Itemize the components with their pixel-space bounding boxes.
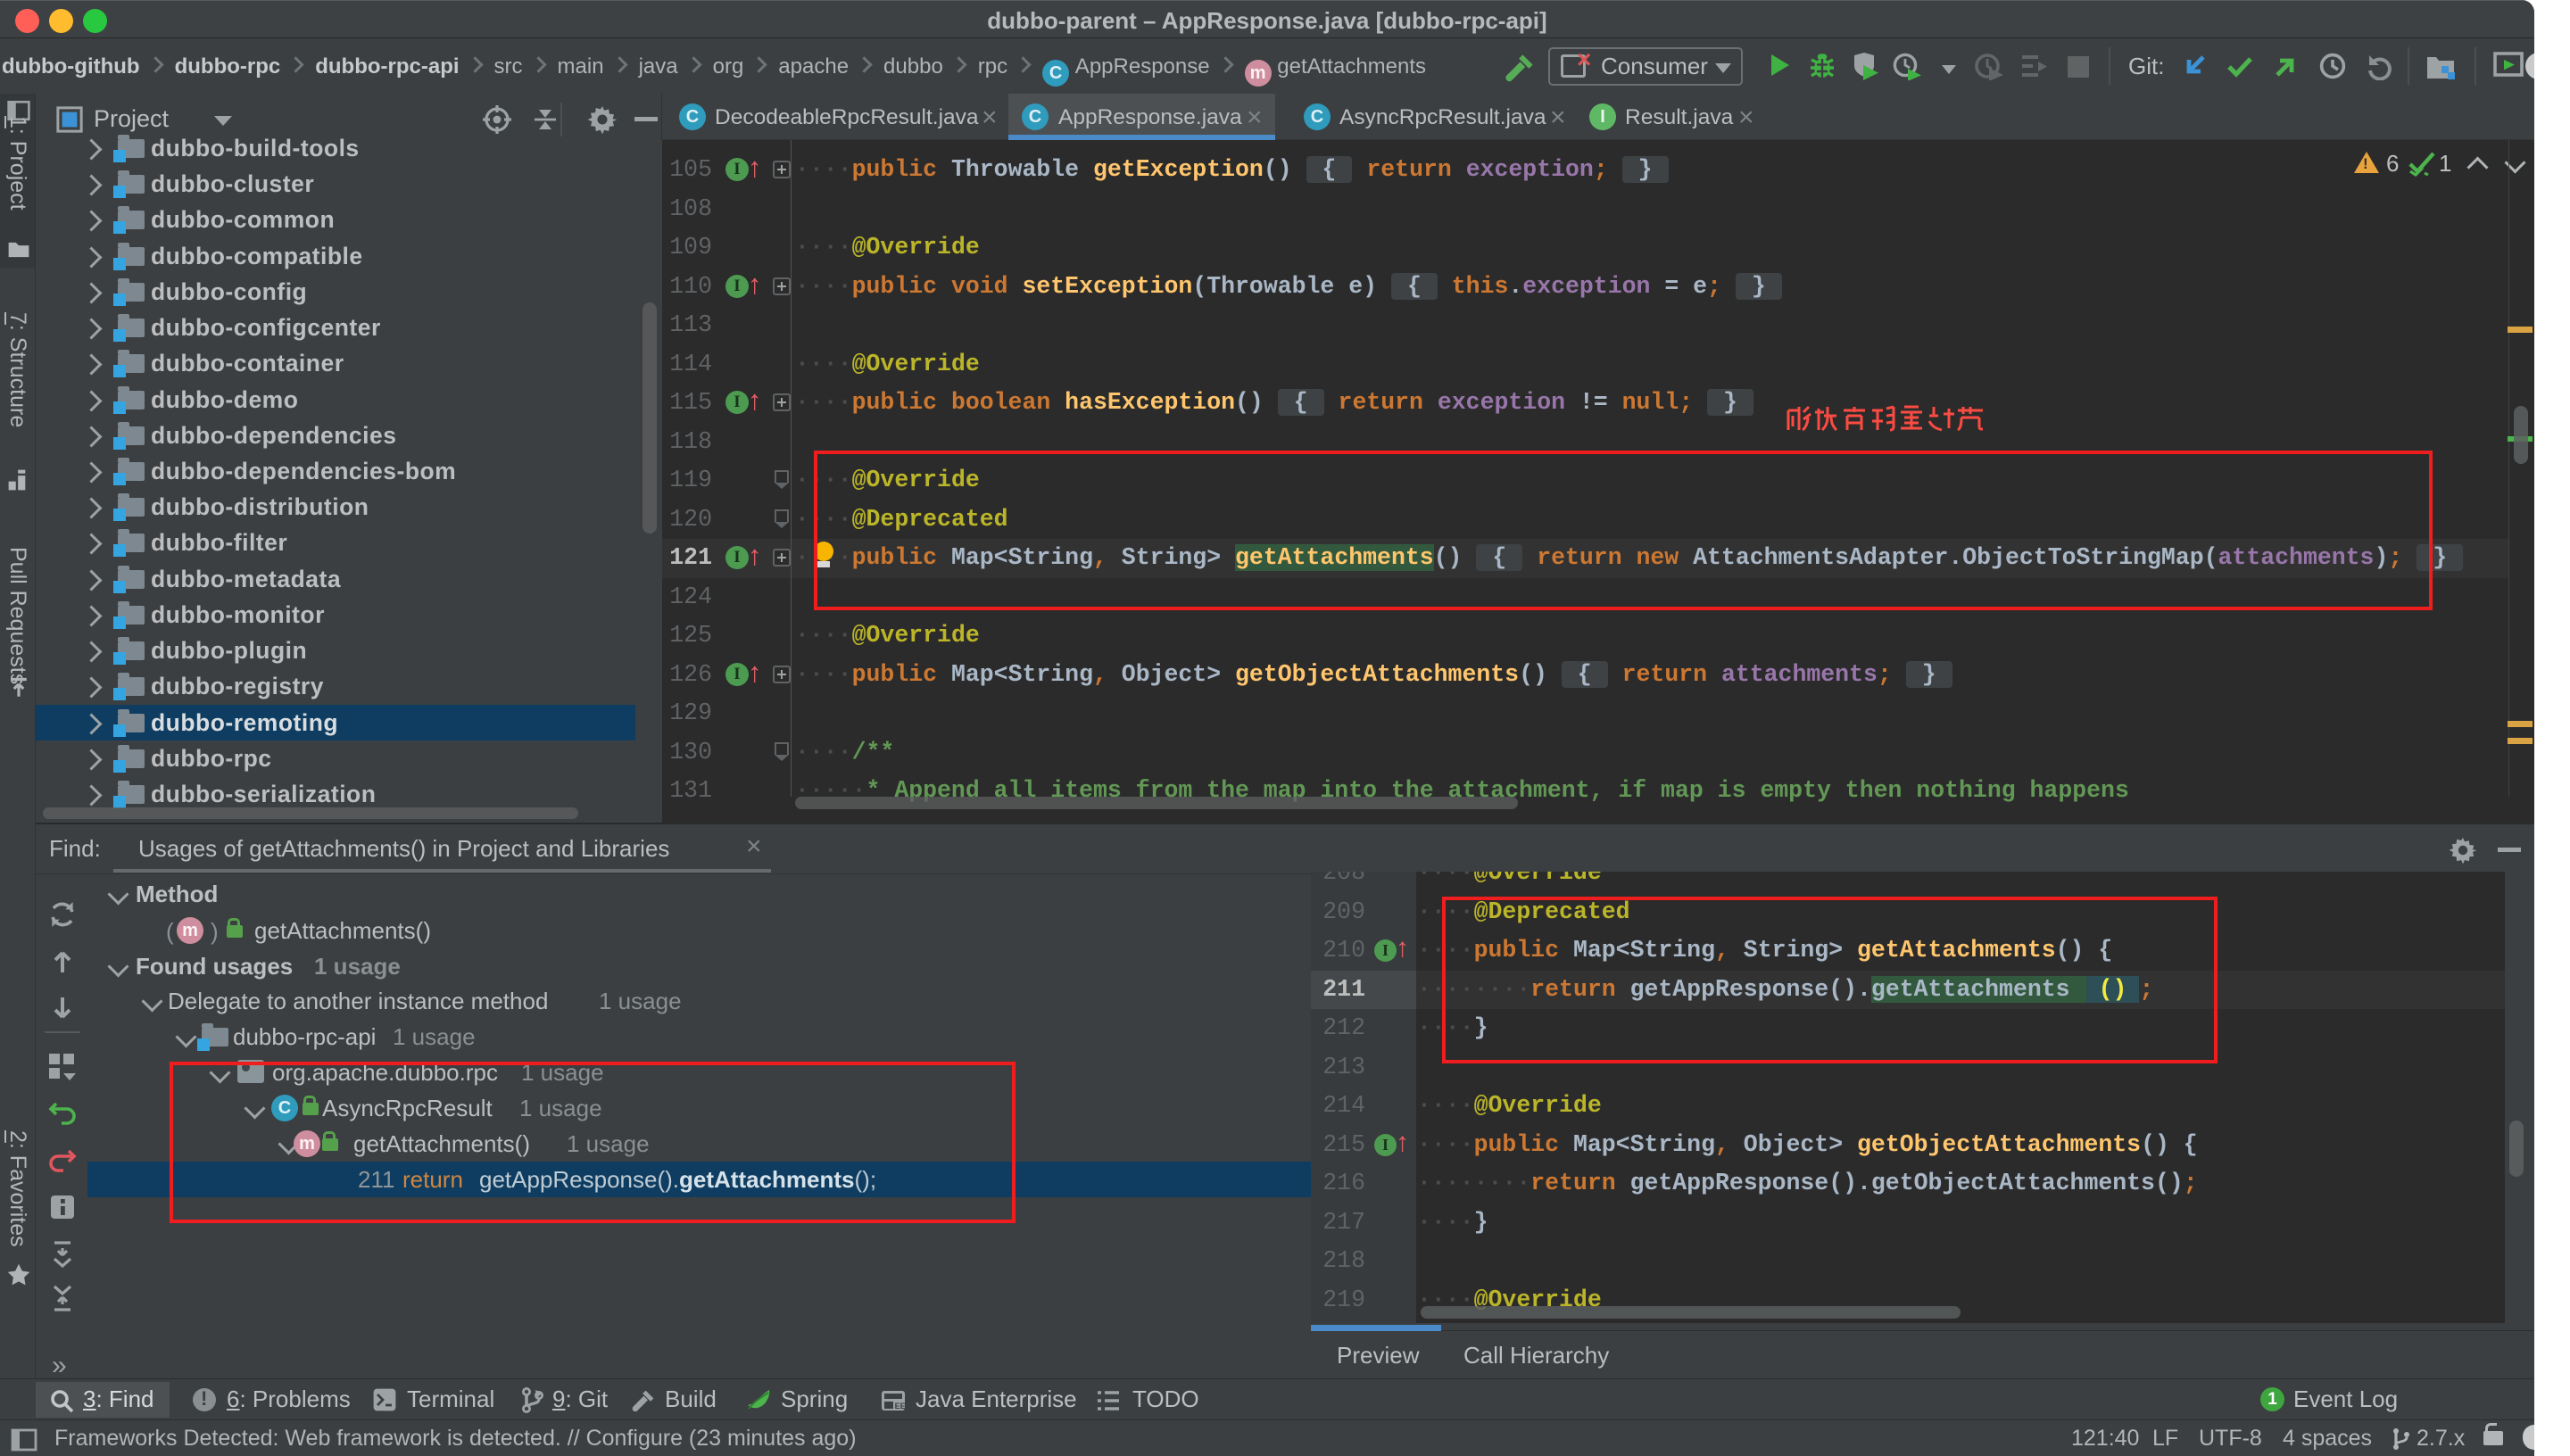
svg-text:EE: EE <box>895 1402 906 1410</box>
